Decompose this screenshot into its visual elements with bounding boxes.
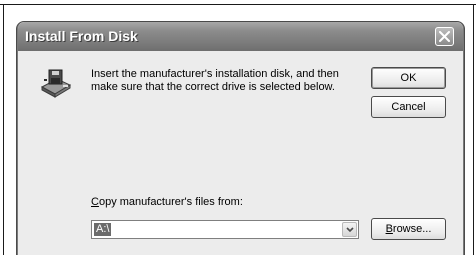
close-button[interactable] bbox=[435, 27, 454, 46]
copy-from-label-rest: opy manufacturer's files from: bbox=[98, 196, 243, 208]
chevron-down-icon bbox=[346, 227, 354, 233]
instruction-text: Insert the manufacturer's installation d… bbox=[91, 68, 339, 93]
browse-accel: B bbox=[385, 223, 393, 235]
browse-rest: rowse... bbox=[392, 223, 432, 235]
copy-from-label-accel: C bbox=[91, 196, 99, 208]
ok-button[interactable]: OK bbox=[371, 67, 446, 89]
dropdown-button[interactable] bbox=[342, 222, 357, 237]
close-icon bbox=[439, 31, 450, 42]
install-from-disk-dialog: Install From Disk Insert the manufacture… bbox=[17, 22, 464, 255]
title-bar[interactable]: Install From Disk bbox=[18, 22, 463, 51]
disk-setup-icon bbox=[40, 69, 72, 98]
window-title: Install From Disk bbox=[25, 28, 138, 44]
copy-from-value[interactable]: A:\ bbox=[94, 223, 112, 236]
copy-from-label: Copy manufacturer's files from: bbox=[91, 196, 243, 208]
outer-frame-top bbox=[0, 4, 476, 5]
outer-frame-right bbox=[473, 4, 474, 255]
outer-frame-left bbox=[3, 4, 4, 255]
copy-from-combobox[interactable]: A:\ bbox=[91, 220, 359, 239]
cancel-button[interactable]: Cancel bbox=[371, 96, 446, 118]
browse-button[interactable]: Browse... bbox=[371, 218, 446, 240]
